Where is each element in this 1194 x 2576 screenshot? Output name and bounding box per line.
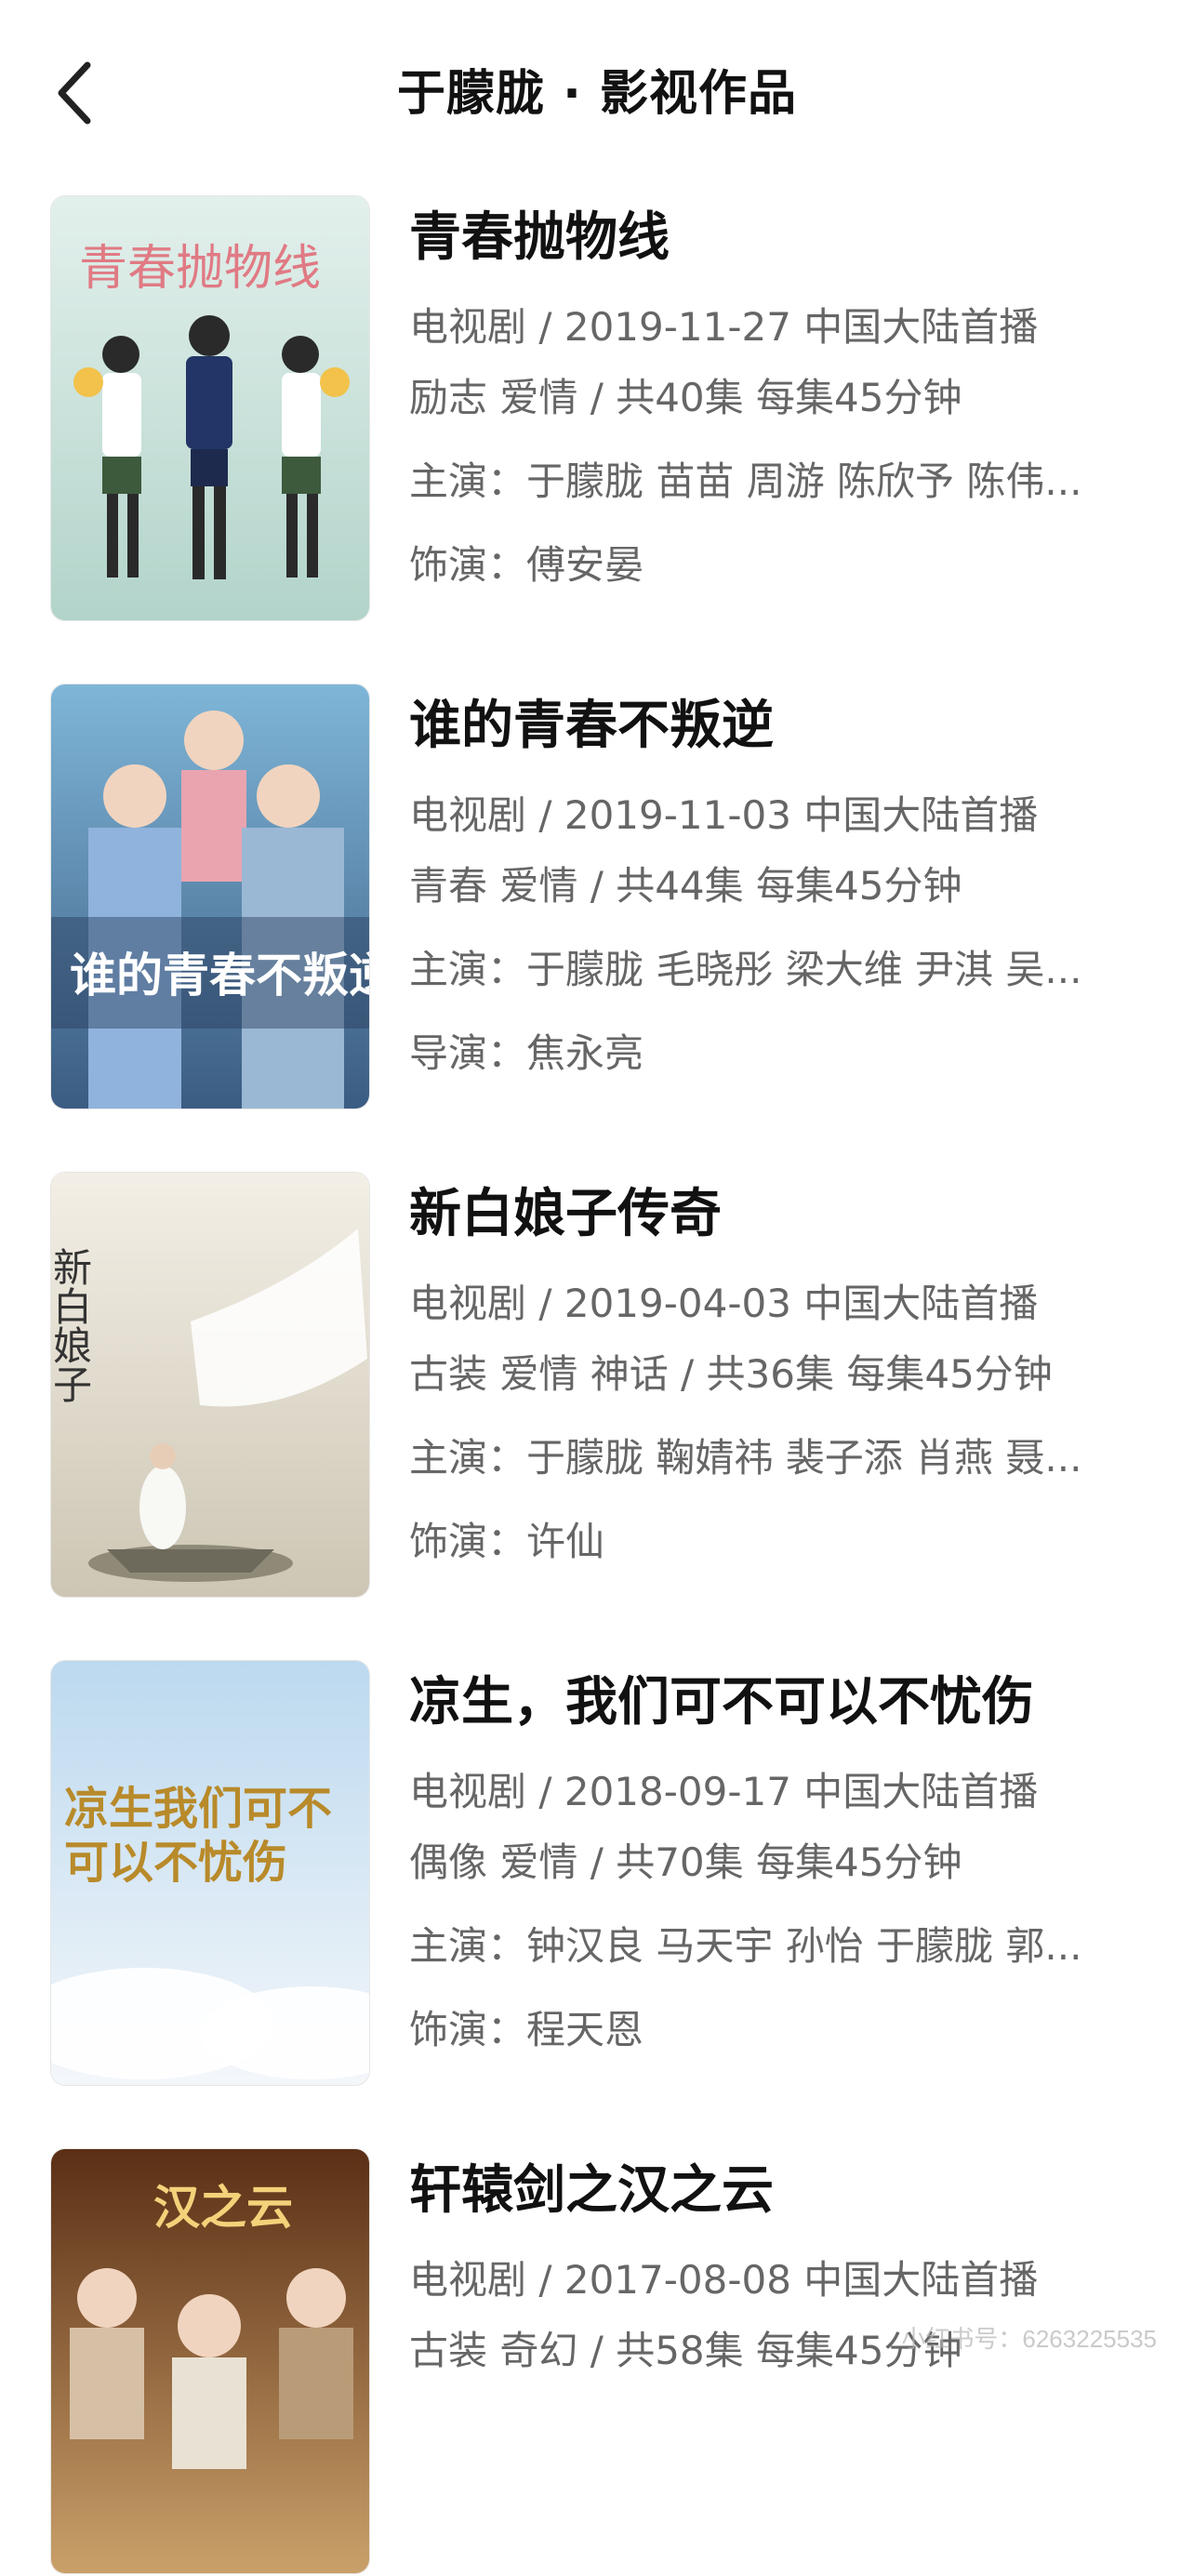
work-release: 电视剧 / 2019-04-03 中国大陆首播 <box>409 1281 1039 1326</box>
work-genre: 青春 爱情 / 共44集 每集45分钟 <box>409 863 962 909</box>
work-release: 电视剧 / 2018-09-17 中国大陆首播 <box>409 1769 1039 1814</box>
header-bar: 于朦胧 · 影视作品 <box>0 0 1194 186</box>
work-info: 凉生，我们可不可以不忧伤 电视剧 / 2018-09-17 中国大陆首播 偶像 … <box>409 1660 1153 2065</box>
poster-title-text: 凉生我们可不可以不忧伤 <box>64 1783 333 1889</box>
work-genre: 古装 爱情 神话 / 共36集 每集45分钟 <box>409 1351 1053 1397</box>
work-release: 电视剧 / 2017-08-08 中国大陆首播 <box>409 2257 1039 2303</box>
work-title: 凉生，我们可不可以不忧伤 <box>409 1672 1034 1733</box>
work-cast: 主演：钟汉良 马天宇 孙怡 于朦胧 郭... <box>409 1923 1082 1969</box>
work-title: 新白娘子传奇 <box>409 1184 722 1244</box>
poster-image[interactable]: 凉生我们可不可以不忧伤 <box>50 1660 370 2086</box>
work-genre: 偶像 爱情 / 共70集 每集45分钟 <box>409 1839 962 1885</box>
poster-title-text: 新白娘子 <box>51 1247 93 1403</box>
work-role: 饰演：许仙 <box>409 1519 605 1564</box>
poster-image[interactable]: 青春抛物线 <box>50 195 370 621</box>
work-info: 谁的青春不叛逆 电视剧 / 2019-11-03 中国大陆首播 青春 爱情 / … <box>409 684 1153 1089</box>
work-role: 饰演：傅安晏 <box>409 542 644 588</box>
work-cast: 主演：于朦胧 毛晓彤 梁大维 尹淇 吴... <box>409 947 1082 992</box>
work-genre: 励志 爱情 / 共40集 每集45分钟 <box>409 375 962 420</box>
work-info: 青春抛物线 电视剧 / 2019-11-27 中国大陆首播 励志 爱情 / 共4… <box>409 195 1153 601</box>
poster-image[interactable]: 新白娘子 <box>50 1172 370 1598</box>
poster-image[interactable]: 谁的青春不叛逆 <box>50 684 370 1109</box>
work-role: 饰演：程天恩 <box>409 2007 644 2052</box>
poster-title-text: 谁的青春不叛逆 <box>70 949 369 1003</box>
watermark-text: 小红书号：6263225535 <box>901 2325 1157 2353</box>
work-title: 轩辕剑之汉之云 <box>409 2160 774 2221</box>
work-item[interactable]: 谁的青春不叛逆 谁的青春不叛逆 电视剧 / 2019-11-03 中国大陆首播 … <box>0 684 1194 1111</box>
work-release: 电视剧 / 2019-11-03 中国大陆首播 <box>409 792 1039 838</box>
work-role: 导演：焦永亮 <box>409 1030 644 1076</box>
poster-title-text: 汉之云 <box>153 2180 293 2235</box>
work-title: 青春抛物线 <box>409 207 670 268</box>
work-item[interactable]: 汉之云 轩辕剑之汉之云 电视剧 / 2017-08-08 中国大陆首播 古装 奇… <box>0 2148 1194 2576</box>
work-release: 电视剧 / 2019-11-27 中国大陆首播 <box>409 304 1039 350</box>
work-item[interactable]: 新白娘子 新白娘子传奇 电视剧 / 2019-04-03 中国大陆首播 古装 爱… <box>0 1172 1194 1600</box>
poster-image[interactable]: 汉之云 <box>50 2148 370 2574</box>
work-info: 新白娘子传奇 电视剧 / 2019-04-03 中国大陆首播 古装 爱情 神话 … <box>409 1172 1153 1577</box>
work-cast: 主演：于朦胧 鞠婧祎 裴子添 肖燕 聂... <box>409 1435 1082 1481</box>
page-title: 于朦胧 · 影视作品 <box>397 66 797 122</box>
work-title: 谁的青春不叛逆 <box>409 696 774 756</box>
work-item[interactable]: 青春抛物线 青春抛物线 电视剧 / 2019-11-27 中国大陆首播 励志 爱… <box>0 195 1194 623</box>
work-item[interactable]: 凉生我们可不可以不忧伤 凉生，我们可不可以不忧伤 电视剧 / 2018-09-1… <box>0 1660 1194 2088</box>
work-cast: 主演：于朦胧 苗苗 周游 陈欣予 陈伟... <box>409 458 1082 504</box>
poster-title-text: 青春抛物线 <box>79 241 321 297</box>
